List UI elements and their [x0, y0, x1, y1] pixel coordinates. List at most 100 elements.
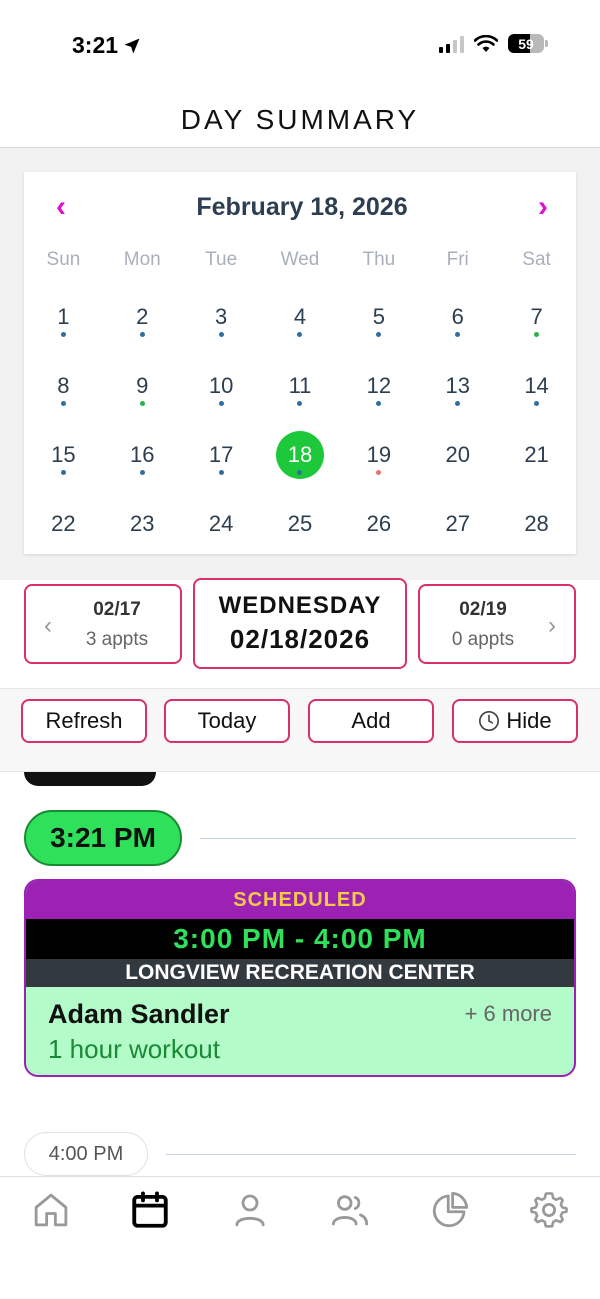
- tab-settings[interactable]: [524, 1185, 574, 1235]
- tab-calendar[interactable]: [125, 1185, 175, 1235]
- appointment-indicator-dot: [139, 400, 145, 406]
- calendar-day[interactable]: 14: [497, 351, 576, 420]
- calendar-day[interactable]: 20: [418, 420, 497, 489]
- appointment-indicator-dot: [218, 400, 224, 406]
- calendar-day[interactable]: 2: [103, 282, 182, 351]
- location-arrow-icon: [124, 38, 140, 53]
- calendar-day[interactable]: 23: [103, 489, 182, 558]
- current-time-label: 3:21 PM: [50, 822, 156, 853]
- appointment-indicator-dot: [60, 469, 66, 475]
- calendar-day-number: 18: [287, 441, 313, 467]
- tab-reports[interactable]: [425, 1185, 475, 1235]
- calendar-day-number: 19: [366, 441, 392, 467]
- calendar-day[interactable]: 25: [261, 489, 340, 558]
- cellular-signal-icon: [439, 35, 464, 53]
- home-icon: [34, 1193, 68, 1227]
- calendar: ‹ February 18, 2026 › Sun Mon Tue Wed Thu Fri…: [24, 172, 576, 554]
- status-bar: 3:21 59: [0, 0, 600, 92]
- calendar-day-number: 8: [57, 372, 70, 398]
- calendar-day-number: 28: [524, 510, 549, 536]
- calendar-day[interactable]: 9: [103, 351, 182, 420]
- calendar-day[interactable]: 24: [182, 489, 261, 558]
- next-day-button[interactable]: › 02/19 0 appts: [418, 584, 576, 664]
- calendar-day[interactable]: 26: [339, 489, 418, 558]
- current-time-pill: 3:21 PM: [24, 810, 182, 866]
- status-right: 59: [439, 34, 548, 53]
- calendar-day[interactable]: 18: [261, 420, 340, 489]
- weekday-label: Sun: [46, 249, 81, 270]
- calendar-day[interactable]: 11: [261, 351, 340, 420]
- weekday-label: Sat: [522, 249, 551, 270]
- calendar-day[interactable]: 4: [261, 282, 340, 351]
- chevron-right-icon[interactable]: ›: [538, 192, 548, 222]
- calendar-day-number: 22: [51, 510, 76, 536]
- appointment-description: 1 hour workout: [48, 1034, 220, 1064]
- calendar-day[interactable]: 15: [24, 420, 103, 489]
- appointment-indicator-dot: [218, 469, 224, 475]
- tab-bar: [0, 1176, 600, 1299]
- appointment-indicator-dot: [376, 331, 382, 337]
- tab-client[interactable]: [225, 1185, 275, 1235]
- battery-level: 59: [518, 35, 534, 52]
- appointment-indicator-dot: [376, 469, 382, 475]
- calendar-day[interactable]: 21: [497, 420, 576, 489]
- calendar-day[interactable]: 7: [497, 282, 576, 351]
- calendar-day[interactable]: 28: [497, 489, 576, 558]
- appointment-card[interactable]: SCHEDULED 3:00 PM - 4:00 PM LONGVIEW REC…: [24, 879, 576, 1077]
- appointment-more-count: + 6 more: [464, 1001, 552, 1026]
- calendar-icon: [132, 1191, 168, 1228]
- today-button-label: Today: [197, 708, 257, 733]
- appointment-location: LONGVIEW RECREATION CENTER: [26, 959, 574, 987]
- calendar-day[interactable]: 6: [418, 282, 497, 351]
- appointment-indicator-dot: [376, 400, 382, 406]
- schedule-timeline: 3:21 PM SCHEDULED 3:00 PM - 4:00 PM LONG…: [0, 772, 600, 1176]
- add-button-label: Add: [351, 708, 391, 733]
- tab-home[interactable]: [26, 1185, 76, 1235]
- calendar-day[interactable]: 8: [24, 351, 103, 420]
- calendar-day[interactable]: 16: [103, 420, 182, 489]
- next-day-date: 02/19: [459, 599, 507, 620]
- prev-day-appts: 3 appts: [85, 629, 149, 650]
- calendar-day[interactable]: 27: [418, 489, 497, 558]
- appointment-indicator-dot: [534, 331, 540, 337]
- calendar-day[interactable]: 19: [339, 420, 418, 489]
- prev-day-button[interactable]: ‹ 02/17 3 appts: [24, 584, 182, 664]
- calendar-day[interactable]: 13: [418, 351, 497, 420]
- calendar-day-number: 12: [366, 372, 392, 398]
- calendar-day[interactable]: 10: [182, 351, 261, 420]
- calendar-day[interactable]: 3: [182, 282, 261, 351]
- page-title: DAY SUMMARY: [180, 103, 420, 135]
- weekday-label: Tue: [205, 249, 238, 270]
- calendar-day-number: 27: [445, 510, 470, 536]
- gear-icon: [530, 1192, 568, 1228]
- calendar-day[interactable]: 17: [182, 420, 261, 489]
- refresh-button-label: Refresh: [45, 708, 123, 733]
- calendar-day-number: 14: [524, 372, 549, 398]
- time-slot-text: 4:00 PM: [48, 1142, 124, 1165]
- calendar-day[interactable]: 1: [24, 282, 103, 351]
- add-button[interactable]: Add: [308, 699, 434, 743]
- appointment-indicator-dot: [455, 331, 461, 337]
- calendar-day[interactable]: 12: [339, 351, 418, 420]
- refresh-button[interactable]: Refresh: [21, 699, 147, 743]
- weekday-label: Fri: [446, 249, 469, 270]
- weekday-label: Mon: [123, 249, 161, 270]
- calendar-day-number: 6: [451, 303, 464, 329]
- today-button[interactable]: Today: [164, 699, 290, 743]
- appointment-indicator-dot: [297, 331, 303, 337]
- hide-button-label: Hide: [506, 708, 552, 733]
- weekday-label: Thu: [362, 249, 396, 270]
- calendar-day-number: 23: [130, 510, 155, 536]
- calendar-day[interactable]: 5: [339, 282, 418, 351]
- hide-button[interactable]: Hide: [452, 699, 578, 743]
- calendar-day-number: 7: [530, 303, 543, 329]
- previous-event-card[interactable]: [24, 772, 156, 786]
- tab-clients[interactable]: [325, 1185, 375, 1235]
- calendar-day-number: 20: [445, 441, 470, 467]
- calendar-day-number: 11: [288, 372, 312, 398]
- calendar-day-number: 26: [366, 510, 392, 536]
- calendar-month-label: February 18, 2026: [196, 192, 408, 221]
- calendar-day-number: 17: [208, 441, 234, 467]
- calendar-day[interactable]: 22: [24, 489, 103, 558]
- chevron-left-icon[interactable]: ‹: [56, 192, 66, 222]
